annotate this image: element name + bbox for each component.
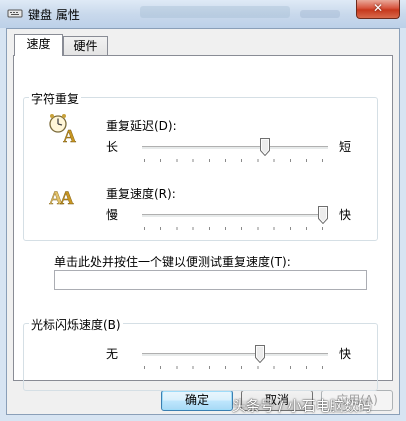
keyboard-icon [7,9,23,18]
tab-hardware[interactable]: 硬件 [63,36,108,56]
repeat-rate-min-label: 慢 [106,208,119,222]
keyboard-properties-window: 键盘 属性 ✕ 速度 硬件 字符重复 A 重复延迟(D): 长 短 A A 重复… [0,0,406,421]
cursor-blink-min-label: 无 [106,347,119,361]
ok-button[interactable]: 确定 [161,390,233,411]
slider-ticks [144,227,328,230]
watermark-text: 头条号 / 小石电脑数码 [232,399,372,415]
repeat-rate-icon: A A [49,188,74,209]
svg-text:A: A [60,188,74,209]
title-bar-blur [300,10,340,18]
cursor-blink-group-title: 光标闪烁速度(B) [29,316,123,333]
window-title: 键盘 属性 [28,8,80,22]
slider-thumb[interactable] [260,138,270,156]
char-repeat-group-title: 字符重复 [29,90,82,107]
dialog-client-area: 速度 硬件 字符重复 A 重复延迟(D): 长 短 A A 重复速度(R): 慢… [6,28,400,415]
slider-thumb[interactable] [318,206,328,224]
close-icon: ✕ [372,1,384,15]
repeat-delay-icon: A [49,114,76,145]
tab-speed[interactable]: 速度 [14,34,63,56]
repeat-test-input[interactable] [54,270,367,290]
title-bar-blur [140,6,290,18]
repeat-delay-min-label: 长 [106,140,119,154]
cursor-blink-max-label: 快 [339,347,352,361]
cursor-blink-slider[interactable] [142,345,328,371]
repeat-delay-label: 重复延迟(D): [106,119,177,133]
slider-track [142,146,328,150]
repeat-delay-max-label: 短 [339,140,352,154]
slider-track [142,214,328,218]
repeat-test-label: 单击此处并按住一个键以便测试重复速度(T): [54,255,291,269]
repeat-rate-slider[interactable] [142,206,328,232]
svg-text:A: A [63,126,76,145]
repeat-delay-slider[interactable] [142,138,328,164]
slider-track [142,353,328,357]
title-bar[interactable]: 键盘 属性 ✕ [0,0,406,28]
slider-ticks [144,159,328,162]
speed-tab-panel: 字符重复 A 重复延迟(D): 长 短 A A 重复速度(R): 慢 快 单击此… [13,55,393,391]
repeat-rate-max-label: 快 [339,208,352,222]
close-button[interactable]: ✕ [356,0,400,19]
slider-ticks [144,366,328,369]
repeat-rate-label: 重复速度(R): [106,187,176,201]
slider-thumb[interactable] [255,345,265,363]
